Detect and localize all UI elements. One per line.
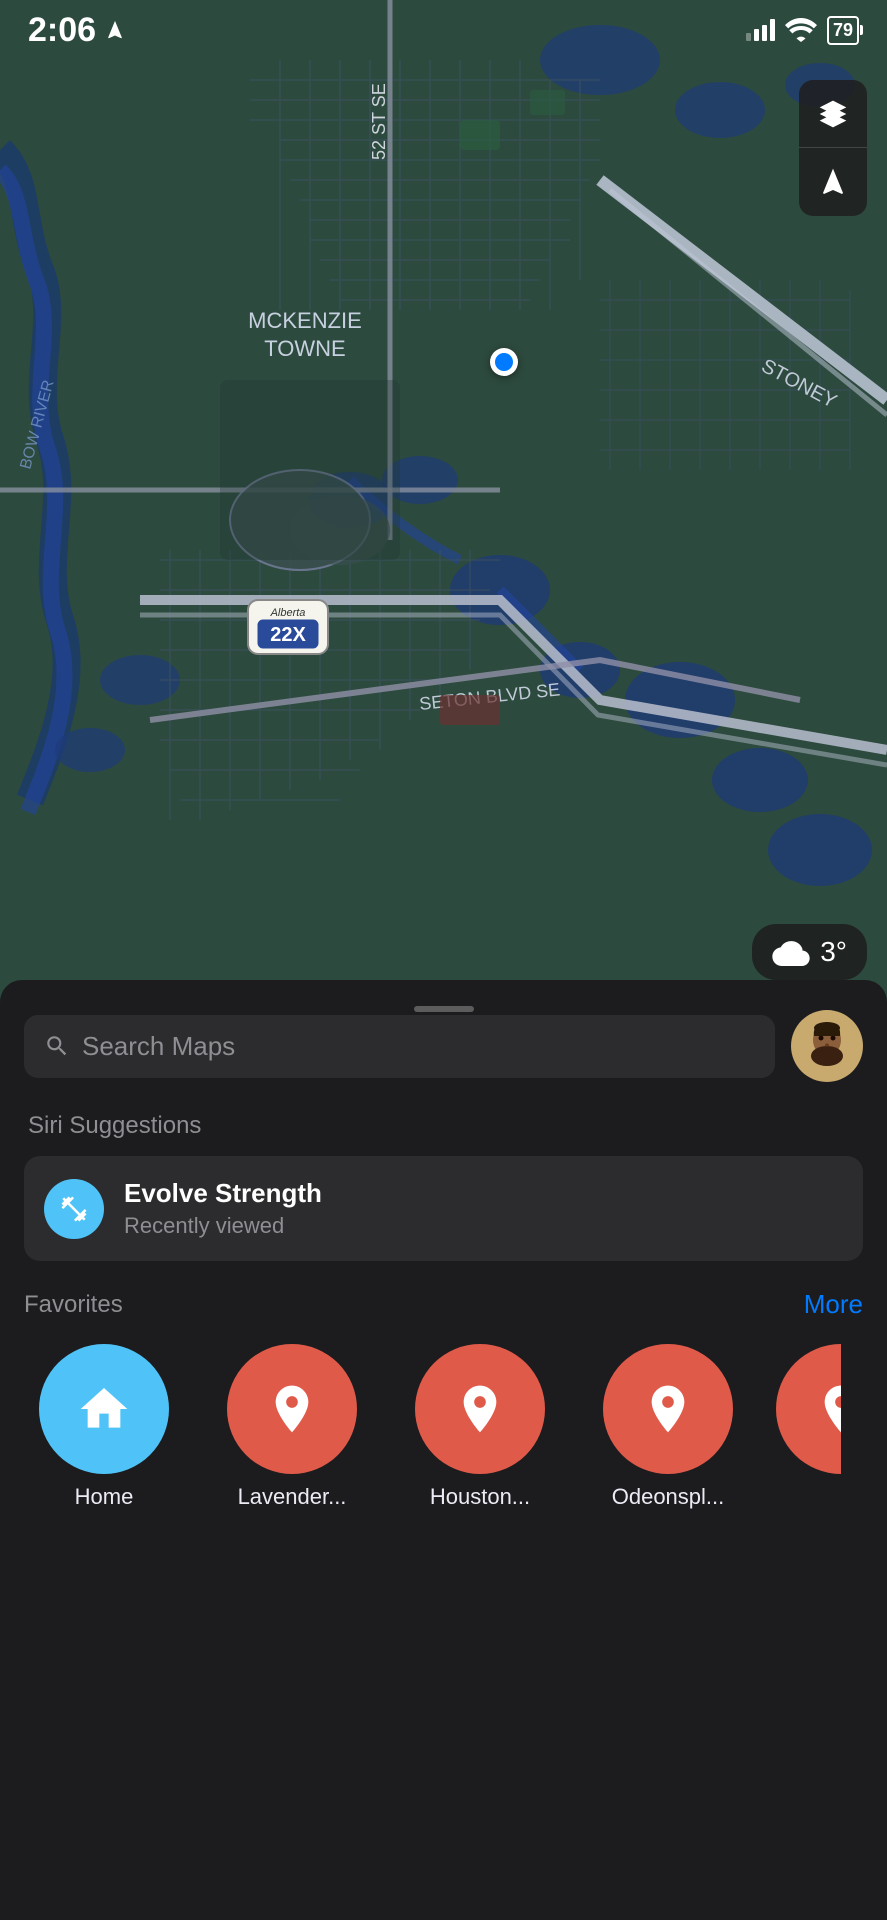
suggestion-icon [44,1179,104,1239]
fitness-icon [59,1194,89,1224]
suggestion-subtitle: Recently viewed [124,1213,322,1239]
favorite-partial[interactable] [776,1344,841,1474]
search-input-wrap[interactable]: Search Maps [24,1015,775,1078]
favorite-partial-icon [776,1344,841,1474]
map-area[interactable]: 52 ST SE MCKENZIE TOWNE SETON BLVD SE ST… [0,0,887,1020]
search-placeholder: Search Maps [82,1031,235,1062]
location-button[interactable] [799,148,867,216]
favorite-houston-label: Houston... [430,1484,530,1510]
svg-text:Alberta: Alberta [270,607,306,619]
drag-handle-container [414,1006,474,1012]
map-layers-button[interactable] [799,80,867,148]
search-icon [44,1033,70,1059]
status-time-group: 2:06 [28,11,126,50]
favorite-houston[interactable]: Houston... [400,1344,560,1510]
location-arrow-icon [817,166,849,198]
map-layers-icon [817,98,849,130]
svg-text:MCKENZIE: MCKENZIE [248,308,362,333]
favorites-row: Home Lavender... Houston... [24,1344,863,1510]
pin-icon-lavender [264,1381,320,1437]
drag-handle[interactable] [414,1006,474,1012]
map-controls [799,80,867,216]
status-time: 2:06 [28,11,96,50]
favorite-houston-icon [415,1344,545,1474]
more-button[interactable]: More [804,1289,863,1320]
signal-bar-3 [762,25,767,41]
map-svg: 52 ST SE MCKENZIE TOWNE SETON BLVD SE ST… [0,0,887,1020]
cloud-icon [772,938,810,966]
favorite-home-label: Home [75,1484,134,1510]
signal-bar-4 [770,19,775,41]
svg-text:TOWNE: TOWNE [264,336,345,361]
favorite-lavender[interactable]: Lavender... [212,1344,372,1510]
battery-percent: 79 [833,20,853,41]
avatar-image [793,1012,861,1080]
favorite-home[interactable]: Home [24,1344,184,1510]
favorite-odeon[interactable]: Odeonspl... [588,1344,748,1510]
pin-icon-partial [813,1381,841,1437]
signal-bar-1 [746,33,751,41]
location-active-icon [104,19,126,41]
suggestion-item[interactable]: Evolve Strength Recently viewed [24,1156,863,1261]
pin-icon-houston [452,1381,508,1437]
status-bar: 2:06 79 [0,0,887,60]
bottom-sheet: Search Maps Siri Suggestions [0,980,887,1920]
favorite-odeon-icon [603,1344,733,1474]
signal-bar-2 [754,29,759,41]
suggestion-text: Evolve Strength Recently viewed [124,1178,322,1239]
favorites-header: Favorites More [24,1289,863,1320]
weather-temp: 3° [820,936,847,968]
status-icons: 79 [746,16,859,45]
svg-text:52 ST SE: 52 ST SE [369,83,389,160]
favorite-odeon-label: Odeonspl... [612,1484,725,1510]
svg-text:22X: 22X [270,624,306,646]
wifi-icon [785,18,817,42]
user-avatar[interactable] [791,1010,863,1082]
favorite-lavender-icon [227,1344,357,1474]
home-icon [76,1381,132,1437]
favorites-label: Favorites [24,1291,123,1319]
favorite-home-icon [39,1344,169,1474]
siri-suggestions-label: Siri Suggestions [24,1112,863,1140]
favorite-lavender-label: Lavender... [238,1484,347,1510]
signal-bars [746,19,775,41]
search-bar: Search Maps [24,1010,863,1082]
battery-icon: 79 [827,16,859,45]
user-location-dot [490,348,518,376]
pin-icon-odeon [640,1381,696,1437]
suggestion-name: Evolve Strength [124,1178,322,1209]
weather-badge[interactable]: 3° [752,924,867,980]
